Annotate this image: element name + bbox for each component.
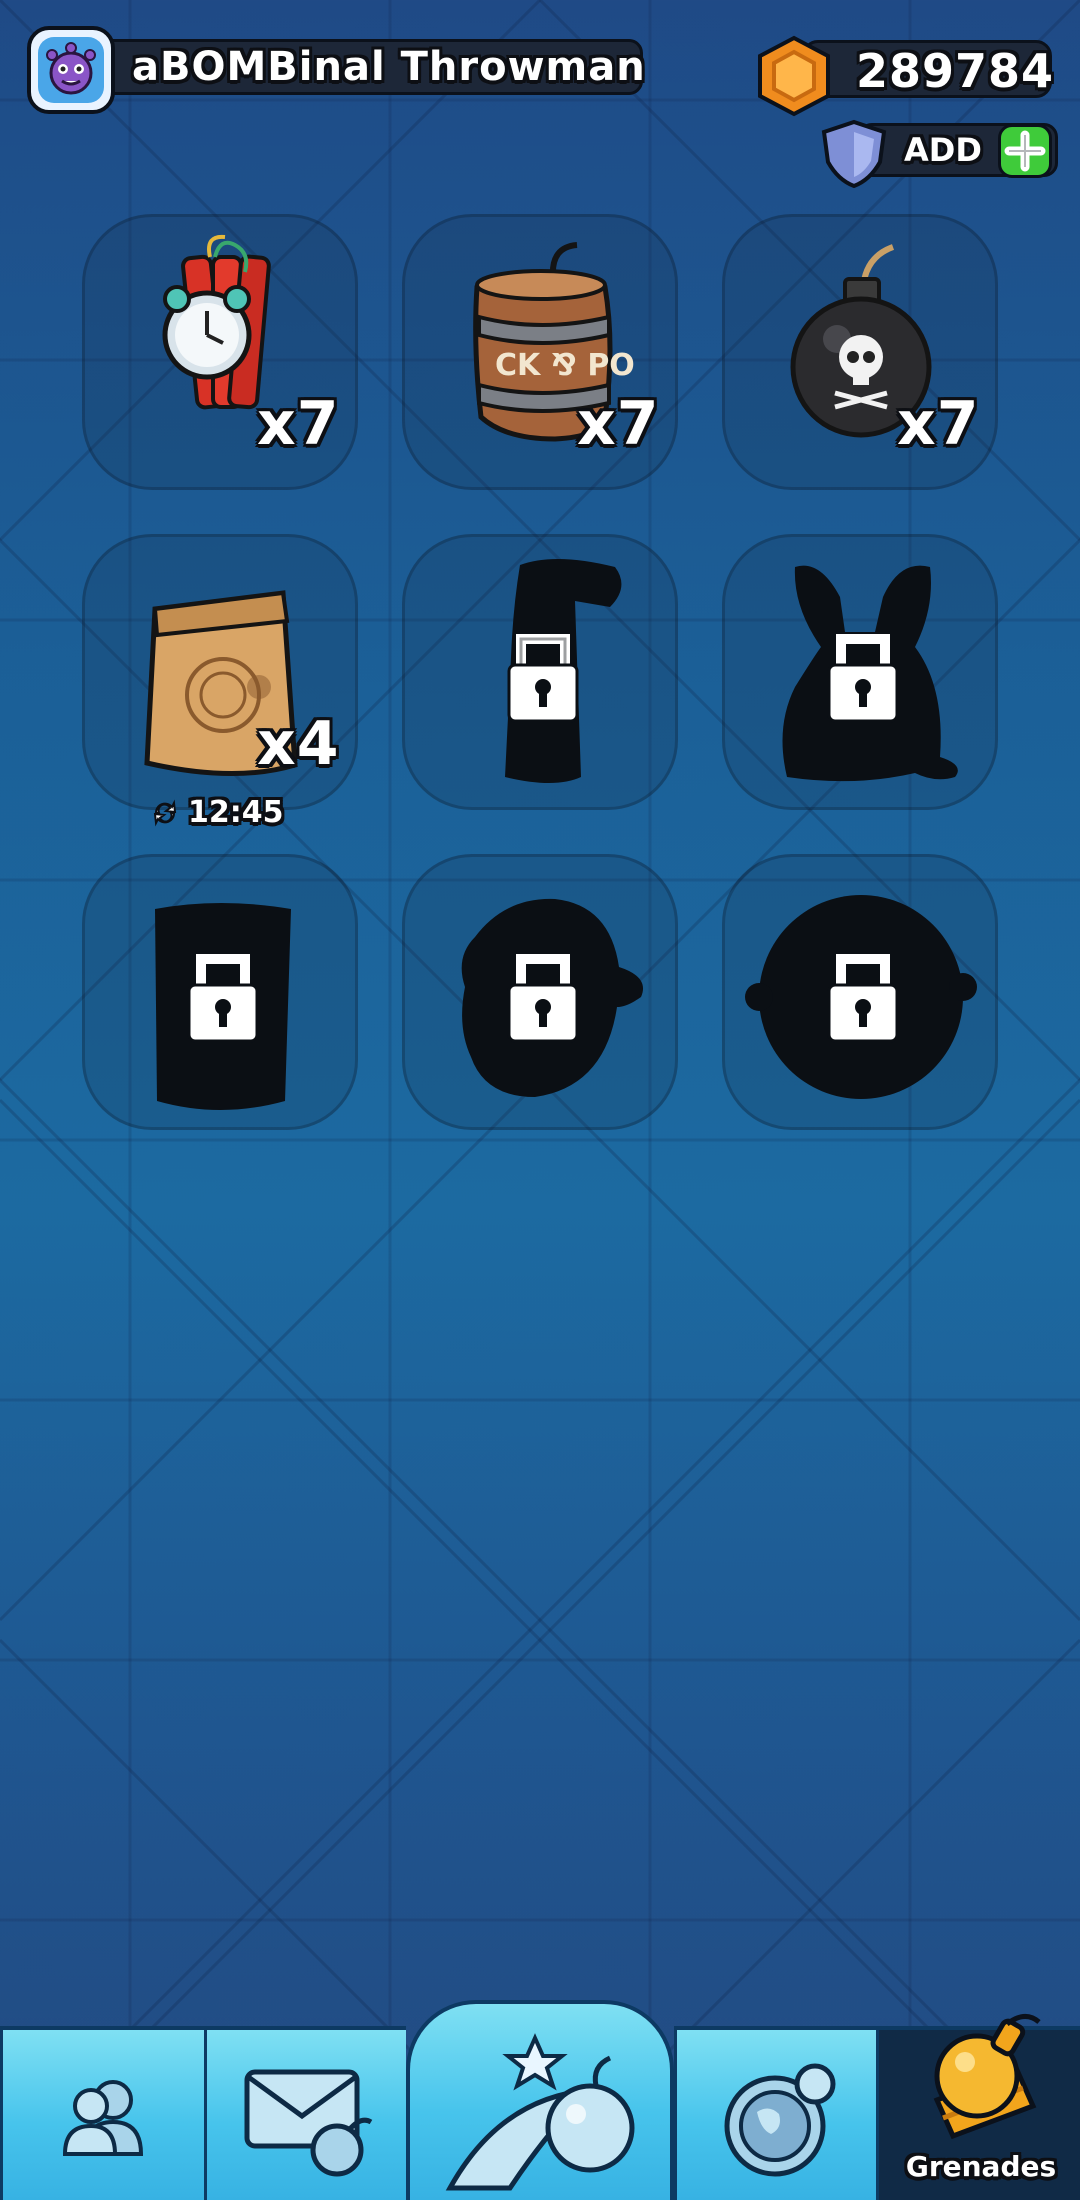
grenade-slot-locked-6[interactable] xyxy=(722,534,998,810)
lock-icon xyxy=(507,634,579,723)
lock-icon xyxy=(827,954,899,1043)
lock-icon xyxy=(187,954,259,1043)
shield-icon xyxy=(821,119,887,188)
virus-monster-icon xyxy=(46,42,96,95)
refill-timer: 12:45 xyxy=(188,795,284,830)
grenade-count: x7 xyxy=(577,389,660,459)
grenade-slot-locked-5[interactable] xyxy=(402,534,678,810)
grenade-slot-powder-keg[interactable]: CK ⅋ PO x7 xyxy=(402,214,678,490)
tab-throw[interactable] xyxy=(406,2000,674,2200)
grenade-slot-locked-9[interactable] xyxy=(722,854,998,1130)
grenade-slot-locked-8[interactable] xyxy=(402,854,678,1130)
lock-icon xyxy=(827,634,899,723)
tab-grenades[interactable]: Grenades xyxy=(876,2014,1080,2200)
grenade-count: x7 xyxy=(897,389,980,459)
grenade-slot-pirate-bomb[interactable]: x7 xyxy=(722,214,998,490)
grenade-slot-paper-bag[interactable]: x4 xyxy=(82,534,358,810)
grenade-count: x7 xyxy=(257,389,340,459)
plus-icon xyxy=(1004,130,1046,172)
coin-balance[interactable]: 289784 xyxy=(752,34,1055,117)
grenade-icon xyxy=(933,2014,1041,2140)
player-name: aBOMBinal Throwman xyxy=(132,44,646,90)
friends-icon xyxy=(62,2080,144,2156)
mail-icon xyxy=(244,2069,373,2177)
grenade-count: x4 xyxy=(257,709,340,779)
add-label: ADD xyxy=(904,131,982,169)
lock-icon xyxy=(507,954,579,1043)
coin-icon xyxy=(758,35,830,117)
tab-mail[interactable] xyxy=(204,2026,406,2200)
tab-world[interactable] xyxy=(674,2026,876,2200)
refresh-icon xyxy=(153,799,177,827)
grenade-slot-locked-7[interactable] xyxy=(82,854,358,1130)
throw-icon xyxy=(445,2033,635,2191)
player-profile[interactable]: aBOMBinal Throwman xyxy=(27,26,646,114)
avatar-image xyxy=(38,37,104,103)
globe-icon xyxy=(724,2063,836,2177)
svg-text:CK ⅋ PO: CK ⅋ PO xyxy=(495,348,635,383)
shield-add[interactable]: ADD xyxy=(818,118,1058,188)
tab-friends[interactable] xyxy=(0,2026,204,2200)
grenade-slot-alarm-dynamite[interactable]: x7 xyxy=(82,214,358,490)
bottom-nav: Grenades xyxy=(0,2000,1080,2200)
add-shield-button[interactable] xyxy=(998,124,1052,178)
avatar[interactable] xyxy=(27,26,115,114)
tab-grenades-label: Grenades xyxy=(905,2150,1057,2183)
coin-amount: 289784 xyxy=(856,44,1055,98)
